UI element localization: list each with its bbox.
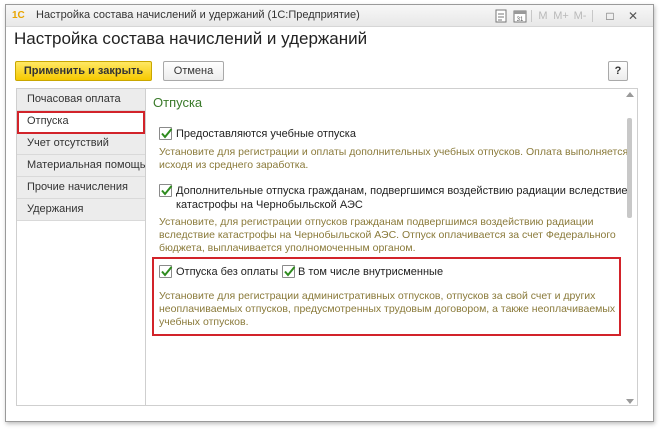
study-leave-hint-line: Установите для регистрации и оплаты допо…	[159, 146, 629, 158]
form-title: Настройка состава начислений и удержаний	[14, 29, 368, 48]
sidebar-item-label: Удержания	[27, 203, 84, 215]
app-logo: 1С	[12, 10, 25, 21]
scroll-down-arrow-icon[interactable]	[626, 399, 634, 404]
scroll-up-arrow-icon[interactable]	[626, 92, 634, 97]
sidebar-item-absences[interactable]: Учет отсутствий	[17, 133, 145, 155]
restore-icon[interactable]: □	[604, 9, 616, 23]
sidebar-item-label: Прочие начисления	[27, 181, 128, 193]
sidebar-item-label: Материальная помощь	[27, 159, 146, 171]
chernobyl-leave-label-line: Дополнительные отпуска гражданам, подвер…	[176, 185, 628, 197]
checkmark-icon	[161, 185, 173, 196]
apply-and-close-button[interactable]: Применить и закрыть	[15, 61, 152, 81]
title-bar: 1С Настройка состава начислений и удержа…	[6, 5, 653, 27]
toolbar-separator	[592, 10, 593, 22]
sidebar-item-label: Почасовая оплата	[27, 93, 121, 105]
section-title: Отпуска	[153, 95, 203, 110]
calendar-icon[interactable]: 31	[513, 9, 527, 23]
highlight-frame-sidebar	[17, 111, 145, 134]
chernobyl-leave-hint-line: Установите, для регистрации отпусков гра…	[159, 216, 594, 228]
sidebar-item-label: Учет отсутствий	[27, 137, 109, 149]
memory-m-icon[interactable]: M	[537, 9, 549, 23]
chernobyl-leave-hint-line: бюджета, выплачивается уполномоченным ор…	[159, 242, 416, 254]
content-scrollbar[interactable]	[625, 92, 634, 406]
chernobyl-leave-hint-line: вследствие катастрофы на Чернобыльской А…	[159, 229, 616, 241]
checkmark-icon	[161, 128, 173, 139]
sidebar-item-other-accruals[interactable]: Прочие начисления	[17, 177, 145, 199]
study-leave-hint-line: исходя из среднего заработка.	[159, 159, 309, 171]
window-title: Настройка состава начислений и удержаний…	[36, 9, 360, 21]
help-button[interactable]: ?	[608, 61, 628, 81]
document-icon[interactable]	[494, 9, 508, 23]
study-leave-checkbox[interactable]	[159, 127, 173, 140]
scroll-thumb[interactable]	[627, 118, 632, 218]
sidebar-item-deductions[interactable]: Удержания	[17, 199, 145, 221]
svg-text:31: 31	[517, 17, 524, 23]
chernobyl-leave-checkbox[interactable]	[159, 184, 173, 197]
memory-m-plus-icon[interactable]: M+	[553, 9, 569, 23]
study-leave-label: Предоставляются учебные отпуска	[176, 128, 356, 140]
settings-sidebar: Почасовая оплата Отпуска Учет отсутствий…	[16, 88, 146, 406]
memory-m-minus-icon[interactable]: M-	[572, 9, 588, 23]
chernobyl-leave-label-line: катастрофы на Чернобыльской АЭС	[176, 199, 363, 211]
sidebar-item-hourly-pay[interactable]: Почасовая оплата	[17, 89, 145, 111]
close-icon[interactable]: ✕	[626, 9, 640, 23]
sidebar-item-financial-aid[interactable]: Материальная помощь	[17, 155, 145, 177]
toolbar-separator	[531, 10, 532, 22]
highlight-frame-unpaid-leave	[152, 257, 621, 336]
cancel-button[interactable]: Отмена	[163, 61, 224, 81]
